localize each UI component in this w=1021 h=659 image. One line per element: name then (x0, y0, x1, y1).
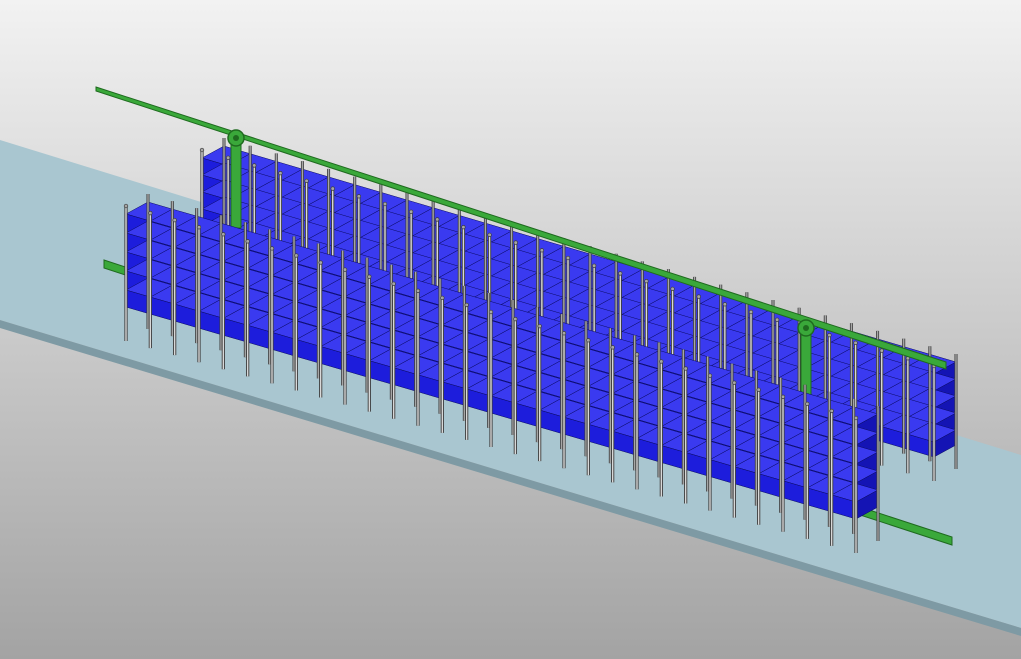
back-rack-post-cap (225, 155, 231, 160)
back-rack-post-cap (487, 232, 492, 238)
front-rack-post-cap (610, 345, 615, 350)
front-rack-post-cap (537, 323, 542, 329)
back-rack-post-cap (278, 170, 283, 176)
back-rack-post-cap (827, 332, 832, 338)
front-rack-post-cap (561, 331, 567, 336)
back-rack-post-cap (539, 248, 545, 253)
front-rack-post-cap (367, 274, 372, 279)
3d-viewport[interactable] (0, 0, 1021, 659)
front-rack-post-cap (172, 217, 177, 223)
front-rack-post-cap (707, 373, 713, 378)
back-rack-post-cap (435, 217, 440, 222)
front-rack-post-cap (780, 394, 786, 399)
front-rack-post-cap (148, 210, 153, 216)
front-rack-post-cap (488, 309, 494, 315)
back-rack-post-cap (513, 240, 518, 245)
front-rack-post-cap (415, 288, 421, 293)
back-rack-post-cap (408, 209, 414, 214)
trolley-hub (233, 135, 239, 141)
front-rack-post-cap (829, 408, 834, 414)
warehouse-rack-model[interactable] (0, 0, 1021, 659)
back-rack-post-cap (382, 201, 388, 207)
front-rack-post-cap (123, 203, 129, 209)
front-rack-post-cap (342, 267, 348, 272)
trolley-hub (803, 325, 809, 331)
back-rack-post-cap (565, 255, 571, 261)
back-rack-post-cap (199, 147, 205, 153)
front-rack-post-cap (245, 239, 250, 244)
front-rack-post-cap (683, 366, 688, 371)
front-rack-post-cap (221, 232, 226, 237)
front-rack-post-cap (440, 295, 445, 301)
back-rack-post-cap (304, 178, 309, 184)
back-rack-post-cap (853, 340, 858, 346)
front-rack-post-cap (634, 352, 640, 357)
front-rack-post-cap (659, 359, 664, 364)
back-rack-post-cap (644, 278, 649, 284)
front-rack-post-cap (756, 387, 761, 392)
back-rack-post-cap (461, 224, 466, 230)
back-rack-post-cap (748, 309, 754, 315)
front-rack-post-cap (805, 401, 810, 407)
back-rack-post-cap (670, 286, 675, 292)
front-rack-post-cap (196, 225, 202, 230)
front-rack-post-cap (464, 302, 469, 308)
front-rack-post-cap (586, 338, 591, 343)
front-rack-post-cap (732, 380, 737, 385)
back-rack-post-cap (591, 263, 597, 268)
front-rack-post-cap (391, 281, 396, 286)
back-rack-post-cap (879, 348, 884, 353)
front-rack-post-cap (853, 415, 859, 421)
front-rack-post-cap (318, 260, 323, 265)
front-rack-post-cap (513, 316, 518, 322)
back-rack-post-cap (252, 163, 257, 168)
back-rack-post-cap (356, 194, 362, 199)
back-rack-post-cap (696, 294, 701, 299)
trolley-mast (230, 143, 242, 229)
back-rack-post-cap (722, 302, 728, 307)
back-rack-post-cap (618, 271, 623, 276)
front-rack-post-cap (269, 246, 275, 251)
back-rack-post-cap (774, 317, 780, 322)
back-rack-post-cap (330, 186, 335, 191)
front-rack-post-cap (294, 253, 299, 258)
